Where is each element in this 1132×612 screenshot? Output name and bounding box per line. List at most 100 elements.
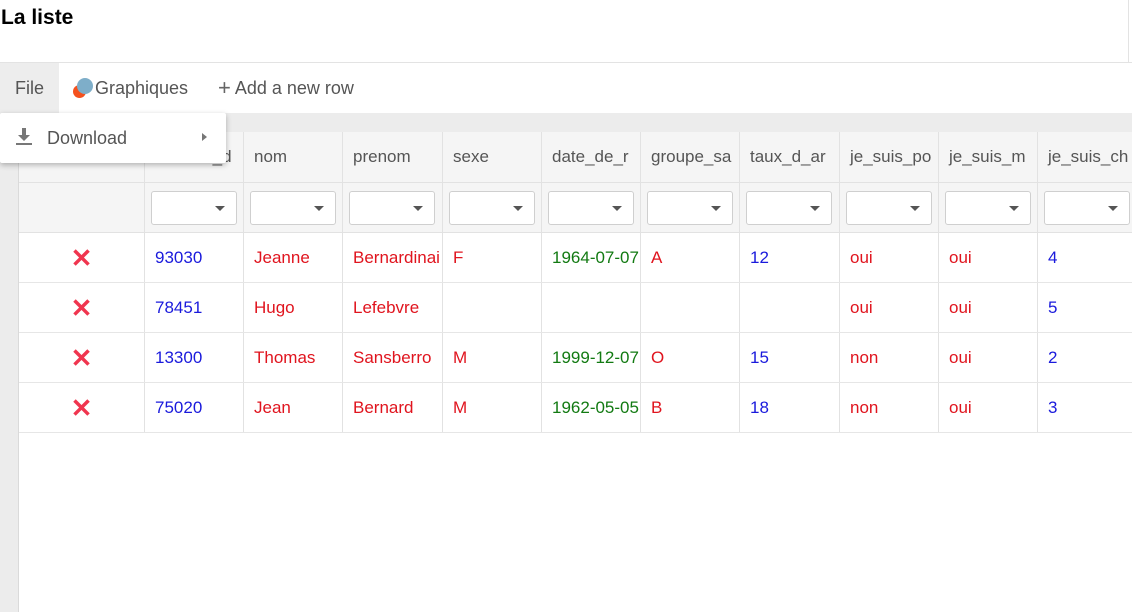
table-row: ✕ 93030 Jeanne Bernardinai F 1964-07-07 A 12 oui…	[19, 233, 1132, 283]
cell-prenom[interactable]: Bernard	[343, 383, 443, 432]
submenu-arrow-icon	[202, 133, 207, 141]
cell-numero[interactable]: 13300	[145, 333, 244, 382]
filter-select[interactable]	[846, 190, 932, 225]
cell-prenom[interactable]: Bernardinai	[343, 233, 443, 282]
header-je-suis-ch[interactable]: je_suis_ch	[1038, 132, 1132, 182]
file-menu-button[interactable]: File	[0, 63, 59, 113]
filter-select[interactable]	[945, 190, 1031, 225]
cell-je-suis-po[interactable]: non	[840, 383, 939, 432]
cell-date[interactable]: 1962-05-05	[542, 383, 641, 432]
add-row-label: Add a new row	[234, 77, 354, 98]
filter-select[interactable]	[548, 190, 634, 225]
chevron-down-icon	[314, 205, 324, 211]
add-row-button[interactable]: + Add a new row	[218, 63, 354, 113]
cell-je-suis-ch[interactable]: 2	[1038, 333, 1132, 382]
delete-row-icon[interactable]: ✕	[71, 245, 93, 271]
file-dropdown-menu: Download	[0, 113, 226, 163]
chevron-down-icon	[413, 205, 423, 211]
cell-taux[interactable]	[740, 283, 840, 332]
filter-cell	[244, 183, 343, 232]
cell-je-suis-po[interactable]: oui	[840, 283, 939, 332]
header-je-suis-po[interactable]: je_suis_po	[840, 132, 939, 182]
cell-groupe[interactable]: O	[641, 333, 740, 382]
cell-nom[interactable]: Thomas	[244, 333, 343, 382]
filter-select[interactable]	[449, 190, 535, 225]
cell-je-suis-ch[interactable]: 5	[1038, 283, 1132, 332]
header-taux[interactable]: taux_d_ar	[740, 132, 840, 182]
cell-taux[interactable]: 12	[740, 233, 840, 282]
cell-date[interactable]: 1999-12-07	[542, 333, 641, 382]
filter-select[interactable]	[349, 190, 435, 225]
chevron-down-icon	[810, 205, 820, 211]
filter-cell	[145, 183, 244, 232]
cell-nom[interactable]: Hugo	[244, 283, 343, 332]
filter-cell	[443, 183, 542, 232]
cell-date[interactable]	[542, 283, 641, 332]
cell-numero[interactable]: 78451	[145, 283, 244, 332]
chevron-down-icon	[1009, 205, 1019, 211]
cell-numero[interactable]: 75020	[145, 383, 244, 432]
cell-groupe[interactable]	[641, 283, 740, 332]
cell-je-suis-ch[interactable]: 3	[1038, 383, 1132, 432]
filter-select[interactable]	[151, 190, 237, 225]
cell-je-suis-m[interactable]: oui	[939, 283, 1038, 332]
grid-area: Actionsnumero_dnomprenomsexedate_de_rgro…	[0, 113, 1132, 612]
cell-prenom[interactable]: Lefebvre	[343, 283, 443, 332]
filter-cell	[740, 183, 840, 232]
cell-groupe[interactable]: A	[641, 233, 740, 282]
filter-select[interactable]	[250, 190, 336, 225]
cell-nom[interactable]: Jean	[244, 383, 343, 432]
chevron-down-icon	[1108, 205, 1118, 211]
cell-sexe[interactable]: M	[443, 333, 542, 382]
delete-row-icon[interactable]: ✕	[71, 295, 93, 321]
chevron-down-icon	[711, 205, 721, 211]
cell-sexe[interactable]: F	[443, 233, 542, 282]
filter-cell	[1038, 183, 1132, 232]
chevron-down-icon	[612, 205, 622, 211]
header-je-suis-m[interactable]: je_suis_m	[939, 132, 1038, 182]
actions-cell: ✕	[19, 233, 145, 282]
cell-date[interactable]: 1964-07-07	[542, 233, 641, 282]
header-sexe[interactable]: sexe	[443, 132, 542, 182]
filter-select[interactable]	[746, 190, 832, 225]
actions-cell: ✕	[19, 333, 145, 382]
cell-taux[interactable]: 18	[740, 383, 840, 432]
delete-row-icon[interactable]: ✕	[71, 395, 93, 421]
filter-select[interactable]	[1044, 190, 1130, 225]
data-grid: Actionsnumero_dnomprenomsexedate_de_rgro…	[18, 132, 1132, 612]
filter-cell	[19, 183, 145, 232]
delete-row-icon[interactable]: ✕	[71, 345, 93, 371]
cell-je-suis-m[interactable]: oui	[939, 333, 1038, 382]
chevron-down-icon	[910, 205, 920, 211]
header-nom[interactable]: nom	[244, 132, 343, 182]
filter-cell	[542, 183, 641, 232]
cell-je-suis-m[interactable]: oui	[939, 233, 1038, 282]
table-row: ✕ 78451 Hugo Lefebvre oui oui 5	[19, 283, 1132, 333]
cell-je-suis-m[interactable]: oui	[939, 383, 1038, 432]
cell-prenom[interactable]: Sansberro	[343, 333, 443, 382]
cell-numero[interactable]: 93030	[145, 233, 244, 282]
download-menu-item[interactable]: Download	[0, 113, 226, 163]
chevron-down-icon	[513, 205, 523, 211]
cell-nom[interactable]: Jeanne	[244, 233, 343, 282]
header-date[interactable]: date_de_r	[542, 132, 641, 182]
header-groupe[interactable]: groupe_sa	[641, 132, 740, 182]
filter-cell	[641, 183, 740, 232]
filter-select[interactable]	[647, 190, 733, 225]
graphiques-button[interactable]: Graphiques	[73, 63, 188, 113]
cell-sexe[interactable]	[443, 283, 542, 332]
toolbar: File Graphiques + Add a new row	[0, 63, 1132, 113]
cell-sexe[interactable]: M	[443, 383, 542, 432]
filter-cell	[343, 183, 443, 232]
cell-je-suis-ch[interactable]: 4	[1038, 233, 1132, 282]
header-prenom[interactable]: prenom	[343, 132, 443, 182]
cell-taux[interactable]: 15	[740, 333, 840, 382]
cell-je-suis-po[interactable]: non	[840, 333, 939, 382]
cell-groupe[interactable]: B	[641, 383, 740, 432]
filter-cell	[939, 183, 1038, 232]
chart-bubbles-icon	[73, 77, 95, 99]
cell-je-suis-po[interactable]: oui	[840, 233, 939, 282]
table-row: ✕ 75020 Jean Bernard M 1962-05-05 B 18 non oui 3	[19, 383, 1132, 433]
actions-cell: ✕	[19, 383, 145, 432]
chevron-down-icon	[215, 205, 225, 211]
